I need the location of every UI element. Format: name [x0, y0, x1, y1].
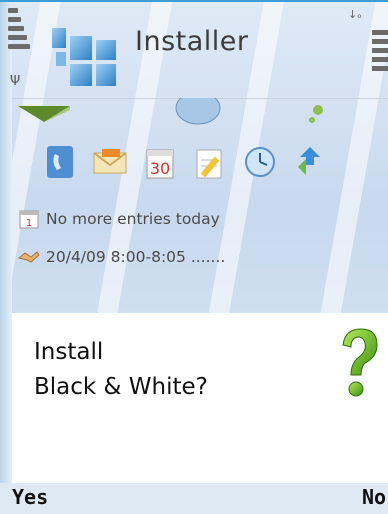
calendar-entry-meeting[interactable]: 20/4/09 8:00-8:05 .......	[18, 246, 225, 268]
yes-softkey[interactable]: Yes	[12, 485, 48, 509]
partial-icon-row	[18, 98, 323, 125]
no-softkey[interactable]: No	[362, 485, 386, 509]
shortcut-bar: 30	[42, 140, 328, 192]
softkey-bar: Yes No	[0, 483, 388, 514]
calendar-day: 30	[150, 159, 170, 178]
dialog-line-1: Install	[34, 339, 104, 365]
install-confirm-dialog: Install Black & White?	[12, 313, 388, 483]
status-bar: Ψ Installer ↓ₒ	[0, 0, 388, 92]
dialog-message: Install Black & White?	[34, 335, 208, 405]
battery-icon	[372, 30, 388, 86]
status-indicator-icon: ↓ₒ	[348, 8, 362, 21]
meeting-handshake-icon	[18, 251, 40, 263]
calendar-small-icon: 1	[19, 210, 39, 229]
app-title: Installer	[135, 26, 249, 57]
signal-strength-icon	[8, 8, 34, 78]
svg-text:1: 1	[26, 218, 32, 229]
screen: Ψ Installer ↓ₒ 30 1 No more entries toda…	[0, 0, 388, 514]
calendar-icon[interactable]: 30	[142, 140, 178, 184]
calendar-entry-empty: 1 No more entries today	[18, 208, 220, 230]
contacts-icon[interactable]	[42, 140, 78, 184]
notes-icon[interactable]	[192, 140, 228, 184]
installer-app-icon	[52, 28, 116, 86]
dialog-line-2: Black & White?	[34, 374, 208, 400]
antenna-icon: Ψ	[10, 74, 21, 89]
question-mark-icon	[342, 328, 378, 397]
messaging-icon[interactable]	[92, 140, 128, 184]
calendar-entry-text: 20/4/09 8:00-8:05 .......	[46, 248, 226, 266]
clock-icon[interactable]	[242, 140, 278, 184]
calendar-entry-text: No more entries today	[46, 210, 220, 228]
connectivity-icon[interactable]	[292, 140, 328, 184]
